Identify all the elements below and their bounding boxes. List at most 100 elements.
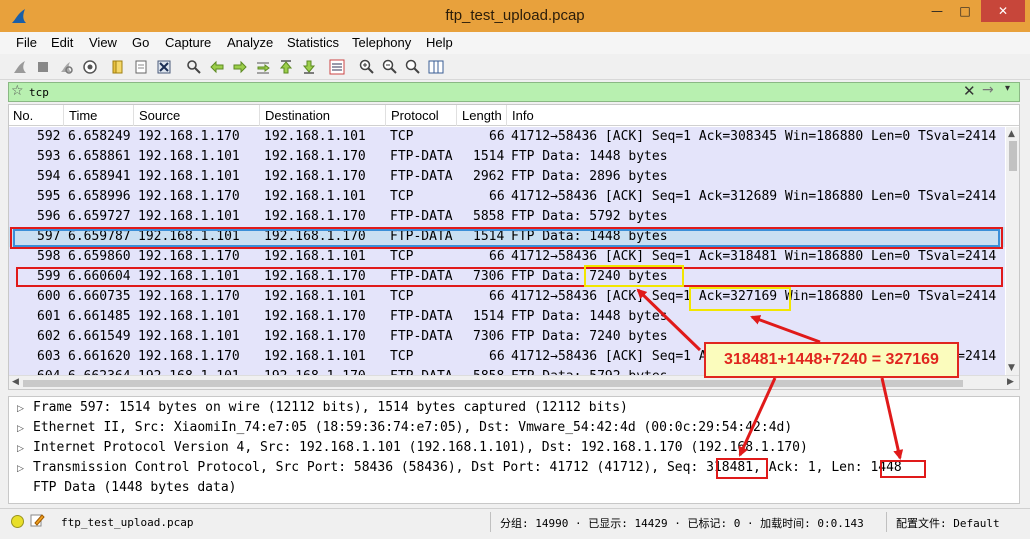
packet-no: 598 <box>37 249 61 264</box>
column-no[interactable]: No. <box>13 108 33 123</box>
minimize-button[interactable]: — <box>924 0 950 22</box>
packet-time: 6.658941 <box>68 169 131 184</box>
scroll-down-icon[interactable]: ▼ <box>1008 363 1015 373</box>
packet-list-vertical-scrollbar[interactable]: ▲ ▼ <box>1006 127 1019 375</box>
column-separator[interactable] <box>63 105 64 126</box>
menu-capture[interactable]: Capture <box>165 35 211 50</box>
packet-length: 66 <box>489 349 505 364</box>
menu-go[interactable]: Go <box>132 35 149 50</box>
expand-triangle-icon[interactable]: ▷ <box>17 444 33 454</box>
edit-comment-icon[interactable] <box>29 512 45 528</box>
restart-capture-icon[interactable] <box>58 59 74 75</box>
detail-text: Frame 597: 1514 bytes on wire (12112 bit… <box>33 400 628 415</box>
capture-options-icon[interactable] <box>82 59 98 75</box>
go-to-packet-icon[interactable] <box>255 59 271 75</box>
detail-ftp-data[interactable]: FTP Data (1448 bytes data) <box>17 480 237 500</box>
packet-protocol: TCP <box>390 289 414 304</box>
zoom-in-icon[interactable] <box>359 59 375 75</box>
detail-text: Internet Protocol Version 4, Src: 192.16… <box>33 440 808 455</box>
expand-triangle-icon[interactable]: ▷ <box>17 424 33 434</box>
menu-analyze[interactable]: Analyze <box>227 35 273 50</box>
packet-info: 41712→58436 [ACK] Seq=1 Ack=318481 Win=1… <box>511 249 997 264</box>
filter-bookmark-icon[interactable]: ☆ <box>11 83 24 99</box>
packet-row[interactable]: 596 6.659727 192.168.1.101 192.168.1.170 FTP… <box>9 207 1005 227</box>
packet-row[interactable]: 601 6.661485 192.168.1.101 192.168.1.170 FTP… <box>9 307 1005 327</box>
menu-telephony[interactable]: Telephony <box>352 35 411 50</box>
detail-ip[interactable]: ▷ Internet Protocol Version 4, Src: 192.1… <box>17 440 808 460</box>
column-separator[interactable] <box>456 105 457 126</box>
close-window-button[interactable]: ✕ <box>981 0 1025 22</box>
menu-help[interactable]: Help <box>426 35 453 50</box>
menu-file[interactable]: File <box>16 35 37 50</box>
packet-destination: 192.168.1.170 <box>264 169 366 184</box>
status-profile[interactable]: 配置文件: Default <box>896 515 1000 531</box>
go-first-icon[interactable] <box>278 59 294 75</box>
status-divider <box>490 512 491 532</box>
expert-info-led-icon[interactable] <box>11 515 24 528</box>
maximize-button[interactable]: □ <box>952 0 978 22</box>
apply-filter-icon[interactable]: → <box>982 82 994 98</box>
packet-protocol: FTP-DATA <box>390 309 453 324</box>
zoom-out-icon[interactable] <box>382 59 398 75</box>
packet-protocol: FTP-DATA <box>390 209 453 224</box>
menu-edit[interactable]: Edit <box>51 35 73 50</box>
find-packet-icon[interactable] <box>186 59 202 75</box>
column-time[interactable]: Time <box>69 108 97 123</box>
detail-tcp[interactable]: ▷ Transmission Control Protocol, Src Port… <box>17 460 902 480</box>
display-filter-input[interactable] <box>29 84 929 100</box>
packet-protocol: FTP-DATA <box>390 169 453 184</box>
packet-destination: 192.168.1.101 <box>264 289 366 304</box>
scroll-thumb[interactable] <box>1009 141 1017 171</box>
column-protocol[interactable]: Protocol <box>391 108 439 123</box>
go-back-icon[interactable] <box>209 59 225 75</box>
menu-view[interactable]: View <box>89 35 117 50</box>
packet-row[interactable]: 594 6.658941 192.168.1.101 192.168.1.170 FTP… <box>9 167 1005 187</box>
packet-row[interactable]: 598 6.659860 192.168.1.170 192.168.1.101 TCP… <box>9 247 1005 267</box>
column-separator[interactable] <box>259 105 260 126</box>
packet-no: 601 <box>37 309 61 324</box>
open-file-icon[interactable] <box>110 59 126 75</box>
zoom-normal-icon[interactable] <box>405 59 421 75</box>
scroll-thumb[interactable] <box>23 380 963 387</box>
packet-row[interactable]: 595 6.658996 192.168.1.170 192.168.1.101 TCP… <box>9 187 1005 207</box>
detail-frame[interactable]: ▷ Frame 597: 1514 bytes on wire (12112 bi… <box>17 400 628 420</box>
column-separator[interactable] <box>133 105 134 126</box>
packet-list-header: No. Time Source Destination Protocol Len… <box>9 105 1019 126</box>
scroll-right-icon[interactable]: ▶ <box>1007 377 1014 387</box>
packet-row[interactable]: 600 6.660735 192.168.1.170 192.168.1.101 TCP… <box>9 287 1005 307</box>
close-file-icon[interactable] <box>156 59 172 75</box>
column-length[interactable]: Length <box>462 108 502 123</box>
clear-filter-icon[interactable]: ✕ <box>963 82 976 100</box>
scroll-left-icon[interactable]: ◀ <box>12 377 19 387</box>
go-last-icon[interactable] <box>301 59 317 75</box>
go-forward-icon[interactable] <box>232 59 248 75</box>
column-separator[interactable] <box>506 105 507 126</box>
annotation-box-row-599 <box>16 267 1003 287</box>
filter-history-dropdown-icon[interactable]: ▾ <box>1005 83 1010 94</box>
packet-row[interactable]: 592 6.658249 192.168.1.170 192.168.1.101 TCP… <box>9 127 1005 147</box>
column-destination[interactable]: Destination <box>265 108 330 123</box>
packet-time: 6.660735 <box>68 289 131 304</box>
expand-triangle-icon[interactable]: ▷ <box>17 464 33 474</box>
menu-statistics[interactable]: Statistics <box>287 35 339 50</box>
packet-time: 6.659860 <box>68 249 131 264</box>
packet-destination: 192.168.1.101 <box>264 189 366 204</box>
save-file-icon[interactable] <box>133 59 149 75</box>
column-source[interactable]: Source <box>139 108 180 123</box>
packet-no: 602 <box>37 329 61 344</box>
packet-no: 595 <box>37 189 61 204</box>
resize-columns-icon[interactable] <box>428 59 444 75</box>
packet-no: 600 <box>37 289 61 304</box>
column-separator[interactable] <box>385 105 386 126</box>
packet-time: 6.659727 <box>68 209 131 224</box>
packet-source: 192.168.1.170 <box>138 349 240 364</box>
detail-ethernet[interactable]: ▷ Ethernet II, Src: XiaomiIn_74:e7:05 (18… <box>17 420 792 440</box>
start-capture-icon[interactable] <box>12 59 28 75</box>
auto-scroll-icon[interactable] <box>329 59 345 75</box>
scroll-up-icon[interactable]: ▲ <box>1008 129 1015 139</box>
column-info[interactable]: Info <box>512 108 534 123</box>
packet-row[interactable]: 593 6.658861 192.168.1.101 192.168.1.170 FTP… <box>9 147 1005 167</box>
expand-triangle-icon[interactable]: ▷ <box>17 404 33 414</box>
stop-capture-icon[interactable] <box>35 59 51 75</box>
packet-no: 594 <box>37 169 61 184</box>
